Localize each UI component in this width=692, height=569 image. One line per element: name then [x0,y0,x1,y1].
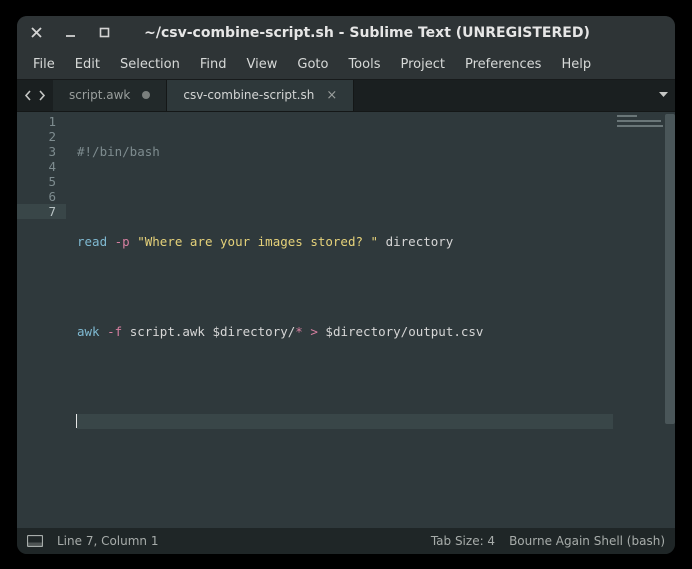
code-area[interactable]: #!/bin/bash read -p "Where are your imag… [67,112,613,528]
line-number: 5 [17,174,66,189]
tab-close-icon[interactable]: × [326,88,337,103]
tab-label: csv-combine-script.sh [183,88,314,102]
menu-find[interactable]: Find [190,53,237,76]
tab-overflow-icon[interactable] [651,80,675,111]
menu-selection[interactable]: Selection [110,53,190,76]
window-title: ~/csv-combine-script.sh - Sublime Text (… [129,25,665,41]
dirty-indicator-icon [142,91,150,99]
line-number: 1 [17,114,66,129]
token-arg: directory [386,234,454,249]
token-glob: * [295,324,303,339]
app-window: ~/csv-combine-script.sh - Sublime Text (… [17,16,675,554]
titlebar: ~/csv-combine-script.sh - Sublime Text (… [17,16,675,50]
token-op: > [310,324,318,339]
tab-history [17,80,53,111]
line-number: 4 [17,159,66,174]
tabbar: script.awk csv-combine-script.sh × [17,80,675,112]
nav-forward-icon[interactable] [36,90,47,101]
token-awk: awk [77,324,100,339]
menu-tools[interactable]: Tools [338,53,390,76]
close-icon[interactable] [27,24,45,42]
line-number: 2 [17,129,66,144]
token-string: "Where are your images stored? " [137,234,378,249]
token-dir: $directory/ [213,324,296,339]
scrollbar-thumb[interactable] [665,114,675,424]
status-linecol[interactable]: Line 7, Column 1 [57,534,159,548]
token-flag: -p [115,234,130,249]
gutter: 1 2 3 4 5 6 7 [17,112,67,528]
status-syntax[interactable]: Bourne Again Shell (bash) [509,534,665,548]
menubar: File Edit Selection Find View Goto Tools… [17,50,675,80]
menu-preferences[interactable]: Preferences [455,53,551,76]
tab-label: script.awk [69,88,130,102]
panel-switch-icon[interactable] [27,535,43,547]
token-read: read [77,234,107,249]
line-number: 6 [17,189,66,204]
menu-view[interactable]: View [237,53,288,76]
status-tabsize[interactable]: Tab Size: 4 [431,534,495,548]
tab-script-awk[interactable]: script.awk [53,80,167,111]
menu-project[interactable]: Project [390,53,454,76]
line-number: 7 [17,204,66,219]
menu-goto[interactable]: Goto [287,53,338,76]
token-script: script.awk [130,324,205,339]
statusbar: Line 7, Column 1 Tab Size: 4 Bourne Agai… [17,528,675,554]
minimize-icon[interactable] [61,24,79,42]
token-shebang: #!/bin/bash [77,144,160,159]
menu-help[interactable]: Help [551,53,601,76]
nav-back-icon[interactable] [23,90,34,101]
line-number: 3 [17,144,66,159]
minimap[interactable] [613,112,665,528]
tab-csv-combine-script[interactable]: csv-combine-script.sh × [167,80,354,111]
vertical-scrollbar[interactable] [665,112,675,528]
token-out: $directory/output.csv [325,324,483,339]
menu-edit[interactable]: Edit [65,53,110,76]
editor[interactable]: 1 2 3 4 5 6 7 #!/bin/bash read -p "Where… [17,112,675,528]
maximize-icon[interactable] [95,24,113,42]
token-flag: -f [107,324,122,339]
menu-file[interactable]: File [23,53,65,76]
text-cursor [76,414,77,428]
